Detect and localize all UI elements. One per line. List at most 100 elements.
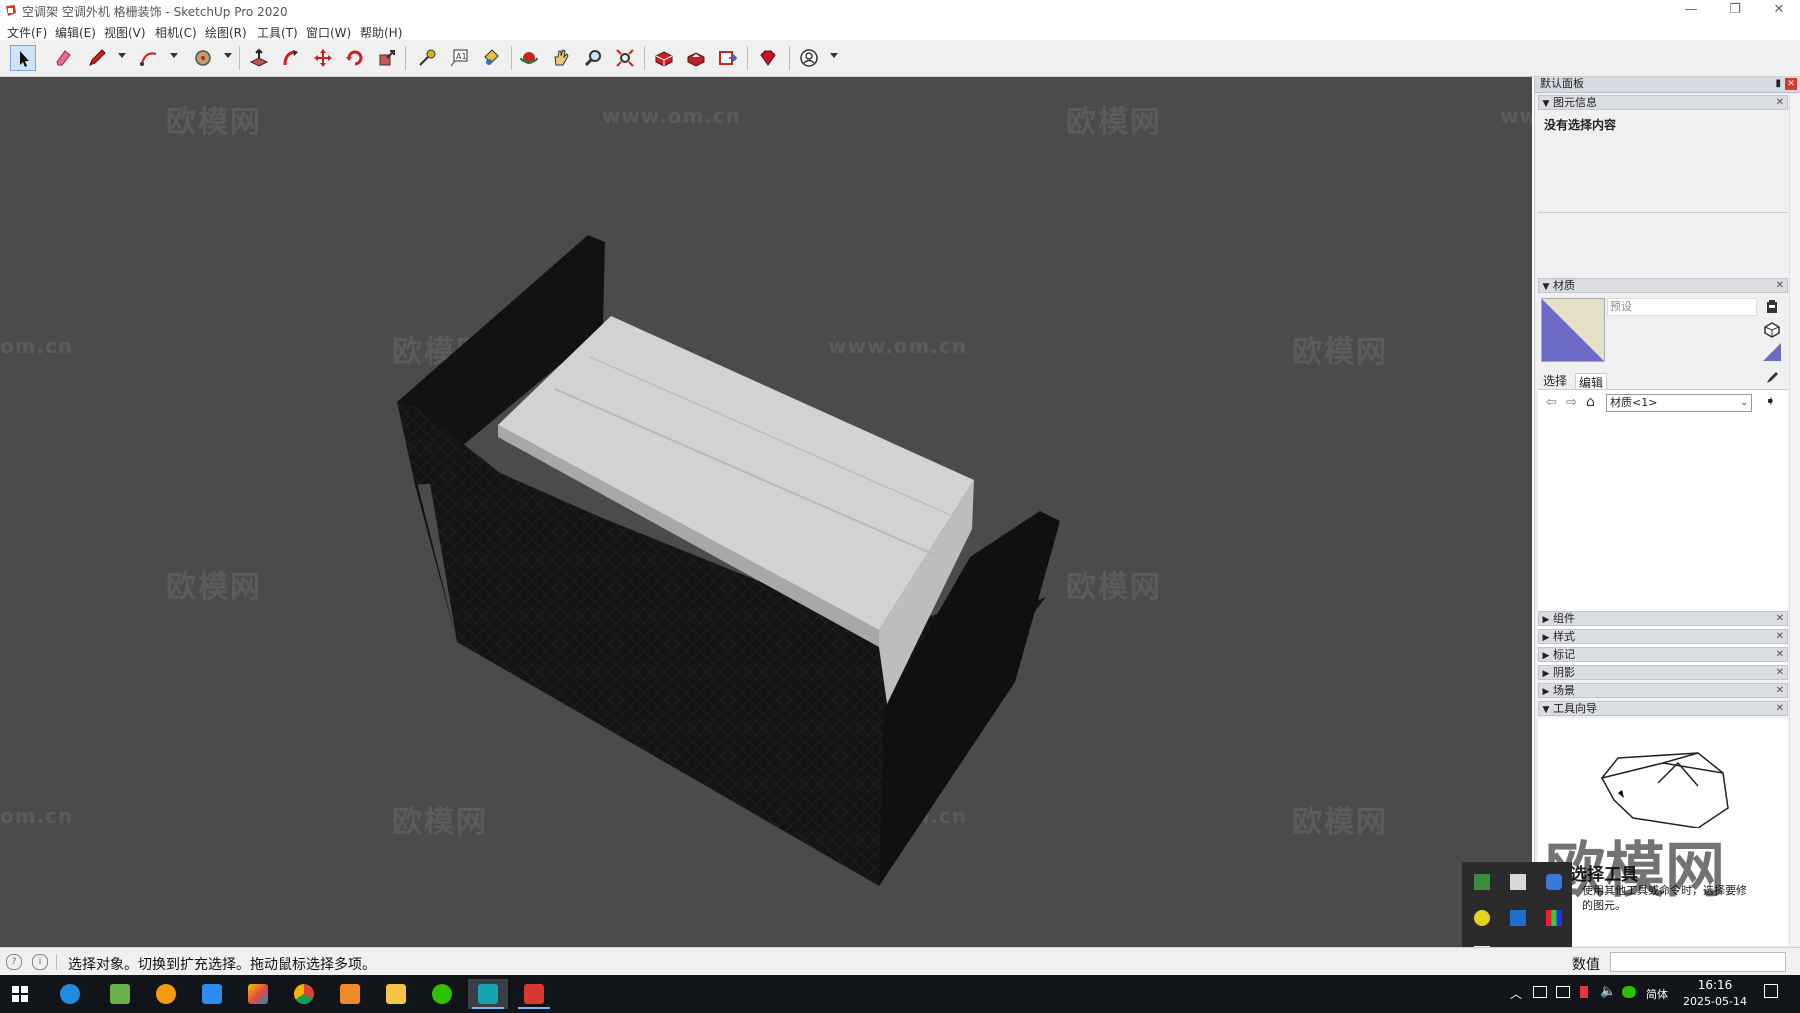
close-icon[interactable]: ✕ [1776, 648, 1784, 661]
menu-help[interactable]: 帮助(H) [360, 24, 402, 41]
home-icon[interactable]: ⌂ [1586, 394, 1595, 410]
volume-icon[interactable]: 🔈 [1600, 984, 1616, 999]
account-dropdown-icon[interactable] [830, 53, 838, 58]
tray-app-icon[interactable] [1510, 874, 1526, 890]
air-conditioner-model[interactable] [0, 77, 1532, 947]
select-tool-button[interactable] [10, 45, 36, 71]
entity-info-header[interactable]: ▼ 图元信息 ✕ [1538, 95, 1788, 110]
close-icon[interactable]: ✕ [1776, 279, 1784, 292]
tags-header[interactable]: ▶ 标记 ✕ [1538, 647, 1788, 662]
extension-warehouse-button[interactable] [683, 45, 709, 71]
menu-view[interactable]: 视图(V) [104, 24, 146, 41]
clock-time[interactable]: 16:16 [1675, 978, 1755, 992]
account-button[interactable] [796, 45, 822, 71]
model-viewport[interactable]: 欧模网 www.om.cn 欧模网 www.om.cn om.cn 欧模网 ww… [0, 77, 1532, 947]
pencil-tool-button[interactable] [84, 45, 110, 71]
create-material-icon[interactable] [1765, 299, 1779, 315]
tray-app-icon[interactable] [1510, 910, 1526, 926]
tape-measure-tool-button[interactable] [414, 45, 440, 71]
tray-close-icon[interactable]: ✕ [1785, 78, 1797, 90]
taskbar-app[interactable] [238, 979, 278, 1009]
taskbar-sketchup[interactable] [514, 979, 554, 1009]
back-arrow-icon[interactable]: ⇦ [1546, 395, 1557, 410]
send-to-layout-button[interactable] [715, 45, 741, 71]
menu-camera[interactable]: 相机(C) [155, 24, 197, 41]
arc-dropdown-icon[interactable] [170, 53, 178, 58]
scenes-header[interactable]: ▶ 场景 ✕ [1538, 683, 1788, 698]
pan-tool-button[interactable] [548, 45, 574, 71]
tray-app-icon[interactable] [1474, 910, 1490, 926]
move-tool-button[interactable] [310, 45, 336, 71]
tray-device-icon[interactable] [1533, 986, 1547, 998]
wechat-tray-icon[interactable] [1622, 986, 1636, 998]
close-icon[interactable]: ✕ [1776, 630, 1784, 643]
taskbar-app[interactable] [100, 979, 140, 1009]
windows-start-icon[interactable] [12, 986, 28, 1002]
close-icon[interactable]: ✕ [1776, 684, 1784, 697]
taskbar-3dsmax[interactable] [468, 979, 508, 1009]
notification-center-icon[interactable] [1764, 984, 1778, 998]
menu-edit[interactable]: 编辑(E) [55, 24, 96, 41]
eraser-tool-button[interactable] [50, 45, 76, 71]
scale-tool-button[interactable] [374, 45, 400, 71]
menu-tools[interactable]: 工具(T) [257, 24, 298, 41]
taskbar-app[interactable] [146, 979, 186, 1009]
default-material-icon[interactable] [1763, 321, 1781, 339]
close-button[interactable]: ✕ [1756, 0, 1800, 22]
follow-me-tool-button[interactable] [278, 45, 304, 71]
taskbar-ie[interactable] [50, 979, 90, 1009]
tray-scrollbar[interactable] [1789, 95, 1800, 945]
materials-header[interactable]: ▼ 材质 ✕ [1538, 278, 1788, 293]
info-icon[interactable]: i [32, 954, 48, 970]
zoom-tool-button[interactable] [580, 45, 606, 71]
components-header[interactable]: ▶ 组件 ✕ [1538, 611, 1788, 626]
tray-shield-icon[interactable] [1546, 874, 1562, 890]
restore-button[interactable]: ❐ [1712, 0, 1758, 22]
taskbar-app[interactable] [330, 979, 370, 1009]
circle-tool-button[interactable] [190, 45, 216, 71]
tray-app-icon[interactable] [1546, 910, 1562, 926]
shape-dropdown-icon[interactable] [224, 53, 232, 58]
tab-select[interactable]: 选择 [1543, 372, 1567, 389]
details-arrow-icon[interactable]: ➧ [1765, 394, 1776, 409]
geo-location-icon[interactable]: ? [6, 954, 22, 970]
3d-warehouse-button[interactable] [651, 45, 677, 71]
orbit-tool-button[interactable] [516, 45, 542, 71]
pencil-dropdown-icon[interactable] [118, 53, 126, 58]
taskbar-wechat[interactable] [422, 979, 462, 1009]
taskbar-app[interactable] [192, 979, 232, 1009]
material-library-select[interactable]: 材质<1> ⌄ [1606, 394, 1752, 412]
tray-app-icon[interactable] [1474, 874, 1490, 890]
paint-bucket-tool-button[interactable] [478, 45, 504, 71]
close-icon[interactable]: ✕ [1776, 666, 1784, 679]
clock-date[interactable]: 2025-05-14 [1675, 995, 1755, 1008]
taskbar-chrome[interactable] [284, 979, 324, 1009]
menu-file[interactable]: 文件(F) [7, 24, 47, 41]
close-icon[interactable]: ✕ [1776, 96, 1784, 109]
menu-window[interactable]: 窗口(W) [306, 24, 351, 41]
sample-paint-icon[interactable] [1763, 343, 1781, 361]
arc-tool-button[interactable] [136, 45, 162, 71]
close-icon[interactable]: ✕ [1776, 612, 1784, 625]
minimize-button[interactable]: — [1668, 0, 1714, 22]
rotate-tool-button[interactable] [342, 45, 368, 71]
tray-expand-icon[interactable]: ︿ [1510, 985, 1522, 1002]
tray-app-icon[interactable] [1580, 986, 1588, 998]
material-name-field[interactable]: 预设 [1607, 298, 1757, 316]
ime-indicator[interactable]: 简体 [1646, 986, 1668, 1002]
menu-draw[interactable]: 绘图(R) [205, 24, 247, 41]
eyedropper-icon[interactable] [1765, 369, 1781, 385]
instructor-header[interactable]: ▼ 工具向导 ✕ [1538, 701, 1788, 716]
taskbar-explorer[interactable] [376, 979, 416, 1009]
shadows-header[interactable]: ▶ 阴影 ✕ [1538, 665, 1788, 680]
measurements-input[interactable] [1610, 952, 1786, 972]
forward-arrow-icon[interactable]: ⇨ [1566, 395, 1577, 410]
styles-header[interactable]: ▶ 样式 ✕ [1538, 629, 1788, 644]
text-tool-button[interactable]: A1 [446, 45, 472, 71]
network-icon[interactable] [1556, 986, 1570, 998]
ruby-extension-button[interactable] [755, 45, 781, 71]
zoom-extents-tool-button[interactable] [612, 45, 638, 71]
close-icon[interactable]: ✕ [1776, 702, 1784, 715]
push-pull-tool-button[interactable] [246, 45, 272, 71]
pin-icon[interactable]: ▮ [1775, 77, 1781, 91]
